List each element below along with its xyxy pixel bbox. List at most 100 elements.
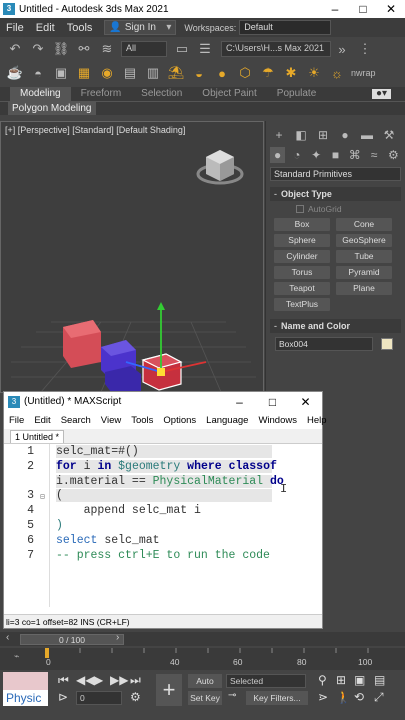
unlink-icon[interactable]: ⚯ (75, 40, 93, 58)
plane-button[interactable]: Plane (336, 282, 392, 295)
track-key-icon[interactable]: ⌁ (14, 651, 19, 662)
key-mode-icon[interactable]: ⊳ (58, 690, 68, 704)
tab-freeform[interactable]: Freeform (71, 87, 132, 101)
previous-key-icon[interactable]: ◀◀ (76, 673, 94, 687)
spacewarps-icon[interactable]: ≈ (366, 147, 381, 163)
rendered-frame-icon[interactable]: ▣ (52, 64, 70, 82)
code-editor[interactable]: 1 2 3 4 5 6 7 ⊟ selc_mat=#() for i in $g… (4, 444, 322, 607)
bind-spacewarp-icon[interactable]: ≋ (98, 40, 116, 58)
select-by-name-icon[interactable]: ☰ (196, 40, 214, 58)
fold-marker-icon[interactable]: ⊟ (40, 492, 45, 502)
menu-tools[interactable]: Tools (61, 22, 99, 34)
autogrid-checkbox[interactable]: AutoGrid (296, 204, 405, 214)
menu-windows[interactable]: Windows (253, 415, 302, 426)
zoom-all-icon[interactable]: ⊞ (336, 673, 346, 687)
cylinder-button[interactable]: Cylinder (274, 250, 330, 263)
auto-key-button[interactable]: Auto Key (188, 674, 222, 700)
menu-view[interactable]: View (96, 415, 126, 426)
render-active-icon[interactable]: ◉ (98, 64, 116, 82)
cone-button[interactable]: Cone (336, 218, 392, 231)
maximize-icon[interactable]: □ (349, 2, 377, 16)
motion-tab-icon[interactable]: ● (336, 127, 354, 143)
spot-light-icon[interactable]: ⛱ (167, 64, 185, 82)
key-selection-select[interactable]: Selected (226, 674, 306, 688)
box-button[interactable]: Box (274, 218, 330, 231)
helpers-icon[interactable]: ⌘ (347, 147, 362, 163)
time-config-icon[interactable]: ⚙ (130, 690, 141, 704)
redo-icon[interactable]: ↷ (29, 40, 47, 58)
sun-icon[interactable]: ☀ (305, 64, 323, 82)
photometric-light-icon[interactable]: ⬡ (236, 64, 254, 82)
menu-file[interactable]: File (4, 415, 29, 426)
expand-toolbar-icon[interactable]: » (333, 40, 351, 58)
object-color-swatch[interactable] (381, 338, 393, 350)
close-icon[interactable]: ✕ (377, 2, 405, 16)
tab-selection[interactable]: Selection (131, 87, 192, 101)
menu-options[interactable]: Options (158, 415, 201, 426)
maximize-viewport-icon[interactable]: ⤢ (374, 690, 384, 705)
name-and-color-rollout[interactable]: - Name and Color (270, 319, 401, 333)
geosphere-button[interactable]: GeoSphere (336, 234, 392, 247)
omni-light-icon[interactable]: ✱ (282, 64, 300, 82)
display-tab-icon[interactable]: ▬ (358, 127, 376, 143)
tab-object-paint[interactable]: Object Paint (192, 87, 266, 101)
material-editor-icon[interactable]: ▥ (144, 64, 162, 82)
shapes-icon[interactable]: ◔ (289, 147, 304, 163)
object-type-rollout[interactable]: - Object Type (270, 187, 401, 201)
tab-modeling[interactable]: Modeling (10, 87, 71, 101)
dome-light-icon[interactable]: ◒ (190, 64, 208, 82)
tab-populate[interactable]: Populate (267, 87, 326, 101)
set-key-icon[interactable]: + (156, 674, 182, 706)
prev-frame-icon[interactable]: ‹ (6, 632, 9, 643)
modify-tab-icon[interactable]: ◧ (292, 127, 310, 143)
time-slider[interactable]: ‹ 0 / 100 › (0, 632, 405, 646)
minimize-icon[interactable]: – (321, 2, 349, 16)
project-path-field[interactable]: C:\Users\H...s Max 2021 (221, 41, 331, 57)
menu-edit[interactable]: Edit (30, 22, 61, 34)
tube-button[interactable]: Tube (336, 250, 392, 263)
workspace-select[interactable]: Default (239, 20, 332, 35)
torus-button[interactable]: Torus (274, 266, 330, 279)
next-key-icon[interactable]: ▶▶ (110, 673, 128, 687)
render-setup-icon[interactable]: ◓ (29, 64, 47, 82)
perspective-viewport[interactable]: [+] [Perspective] [Standard] [Default Sh… (0, 121, 264, 393)
menu-help[interactable]: Help (302, 415, 332, 426)
menu-language[interactable]: Language (201, 415, 253, 426)
default-in-out-tangent-icon[interactable]: ⊸ (228, 690, 236, 701)
sign-in-button[interactable]: 👤 Sign In ▾ (104, 20, 177, 35)
sphere-button[interactable]: Sphere (274, 234, 330, 247)
zoom-extents-icon[interactable]: ▣ (354, 673, 365, 687)
sky-icon[interactable]: ☼ (328, 64, 346, 82)
key-filters-button[interactable]: Key Filters... (246, 691, 308, 705)
hierarchy-tab-icon[interactable]: ⊞ (314, 127, 332, 143)
tab-untitled[interactable]: 1 Untitled * (10, 430, 65, 443)
zoom-icon[interactable]: ⚲ (318, 673, 327, 687)
cameras-icon[interactable]: ■ (328, 147, 343, 163)
close-icon[interactable]: ✕ (289, 395, 322, 409)
sphere-light-icon[interactable]: ● (213, 64, 231, 82)
maxscript-listener-input[interactable]: Physic (3, 690, 48, 706)
select-object-icon[interactable]: ▭ (173, 40, 191, 58)
go-to-end-icon[interactable]: ⏭ (130, 673, 141, 688)
walkthrough-icon[interactable]: 🚶 (336, 690, 351, 704)
menu-file[interactable]: File (0, 22, 30, 34)
orbit-icon[interactable]: ⟲ (354, 690, 364, 704)
link-icon[interactable]: ⛓ (52, 40, 70, 58)
undo-icon[interactable]: ↶ (6, 40, 24, 58)
track-bar[interactable]: ⌁ 0 40 60 80 100 (0, 648, 405, 670)
fov-icon[interactable]: ⋗ (318, 690, 328, 704)
maximize-icon[interactable]: □ (256, 395, 289, 409)
textplus-button[interactable]: TextPlus (274, 298, 330, 311)
object-name-field[interactable]: Box004 (275, 337, 373, 351)
next-frame-icon[interactable]: › (116, 632, 119, 643)
umbrella-icon[interactable]: ☂ (259, 64, 277, 82)
zoom-extents-all-icon[interactable]: ▤ (374, 673, 385, 687)
create-tab-icon[interactable]: + (270, 127, 288, 143)
time-slider-thumb[interactable]: 0 / 100 (20, 634, 124, 645)
polygon-modeling-panel[interactable]: Polygon Modeling (8, 102, 96, 115)
lights-icon[interactable]: ✦ (309, 147, 324, 163)
primitive-category-select[interactable]: Standard Primitives (270, 167, 401, 181)
teapot-render-icon[interactable]: ☕ (6, 64, 24, 82)
selection-filter-select[interactable]: All (121, 41, 167, 57)
go-to-start-icon[interactable]: ⏮ (58, 673, 69, 688)
